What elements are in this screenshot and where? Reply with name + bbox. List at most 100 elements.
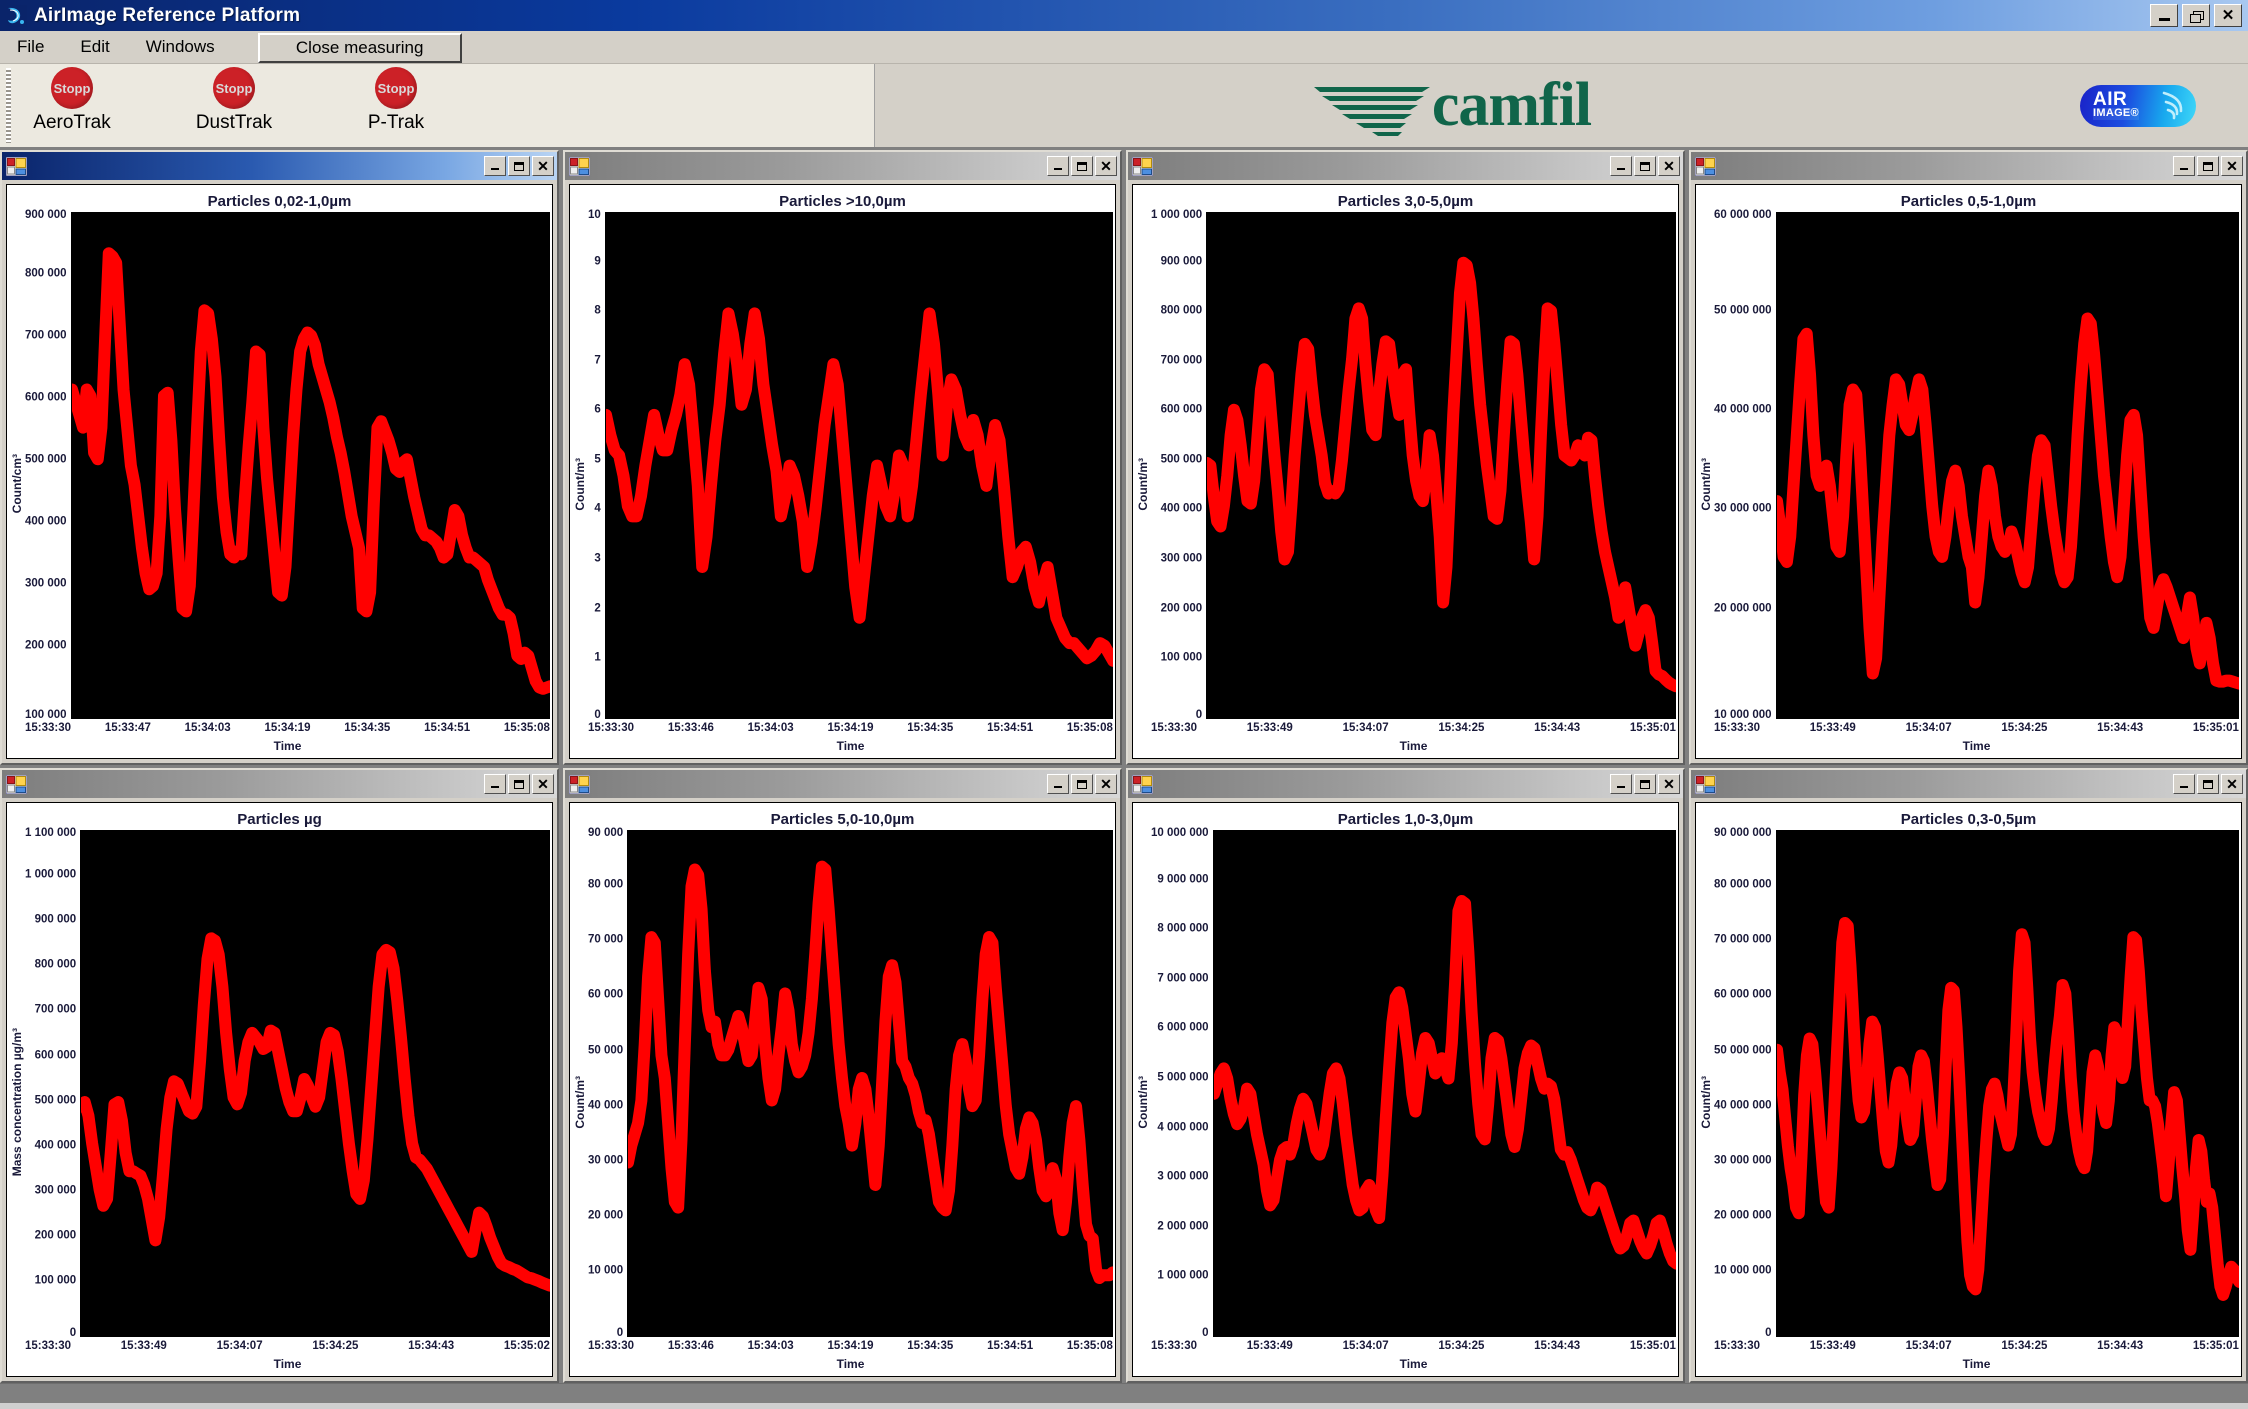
x-tick-label: 15:34:19 xyxy=(264,722,311,735)
x-tick-label: 15:34:43 xyxy=(1534,722,1581,735)
chart-minimize-button[interactable] xyxy=(2173,156,2195,176)
y-tick-label: 200 000 xyxy=(1160,601,1203,614)
y-tick-label: 600 000 xyxy=(34,1048,77,1061)
chart-window-titlebar[interactable]: ✕ xyxy=(1128,152,1683,180)
y-tick-label: 20 000 xyxy=(588,1209,624,1221)
chart-minimize-button[interactable] xyxy=(1610,156,1632,176)
chart-x-tick-labels: 15:33:30 15:33:46 15:34:03 15:34:19 15:34:35… xyxy=(588,1337,1113,1357)
toolbar-grip[interactable] xyxy=(6,68,11,143)
chart-maximize-button[interactable] xyxy=(1634,774,1656,795)
chart-title: Particles >10,0µm xyxy=(779,193,906,210)
chart-minimize-button[interactable] xyxy=(1047,156,1069,176)
chart-maximize-button[interactable] xyxy=(2197,774,2219,795)
chart-window-titlebar[interactable]: ✕ xyxy=(1691,152,2246,180)
chart-window[interactable]: ✕ Particles 3,0-5,0µm Count/m³ 1 000 000 900… xyxy=(1126,150,1685,766)
x-tick-label: 15:34:07 xyxy=(1342,722,1389,735)
y-tick-label: 0 xyxy=(616,1326,624,1339)
chart-close-button[interactable]: ✕ xyxy=(532,774,554,795)
chart-window[interactable]: ✕ Particles 0,02-1,0µm Count/cm³ 900 000 800… xyxy=(0,150,559,766)
chart-title: Particles 0,02-1,0µm xyxy=(207,193,352,210)
y-tick-label: 3 xyxy=(594,552,601,565)
chart-close-button[interactable]: ✕ xyxy=(532,156,554,176)
chart-window-titlebar[interactable]: ✕ xyxy=(565,152,1120,180)
chart-minimize-button[interactable] xyxy=(1610,774,1632,795)
camfil-wordmark: camfil xyxy=(1431,71,1592,139)
dusttrak-stop-button[interactable]: Stopp DustTrak xyxy=(184,64,284,134)
chart-window[interactable]: ✕ Particles 0,5-1,0µm Count/m³ 60 000 000 50… xyxy=(1689,150,2248,766)
x-tick-label: 15:35:01 xyxy=(1629,1340,1676,1353)
chart-y-tick-labels: 10 9 8 7 6 5 4 3 2 1 0 xyxy=(588,209,605,721)
x-tick-label: 15:34:25 xyxy=(2001,722,2048,735)
x-tick-label: 15:35:02 xyxy=(503,1340,550,1353)
menu-item-windows[interactable]: Windows xyxy=(141,34,220,60)
chart-close-button[interactable]: ✕ xyxy=(1658,774,1680,795)
chart-window-titlebar[interactable]: ✕ xyxy=(1691,770,2246,799)
y-tick-label: 100 000 xyxy=(1160,651,1203,664)
y-tick-label: 0 xyxy=(594,708,601,721)
y-tick-label: 500 000 xyxy=(1160,453,1203,466)
chart-x-tick-labels: 15:33:30 15:33:49 15:34:07 15:34:25 15:34:43… xyxy=(1151,1337,1676,1357)
chart-title: Particles 3,0-5,0µm xyxy=(1337,193,1474,210)
chart-maximize-button[interactable] xyxy=(508,156,530,176)
close-measuring-button[interactable]: Close measuring xyxy=(257,33,462,63)
chart-window-icon xyxy=(1131,774,1154,795)
chart-window-titlebar[interactable]: ✕ xyxy=(2,152,557,180)
y-tick-label: 700 000 xyxy=(1160,353,1203,366)
restore-button[interactable] xyxy=(2182,4,2210,27)
chart-window-titlebar[interactable]: ✕ xyxy=(1128,770,1683,799)
chart-window[interactable]: ✕ Particles 5,0-10,0µm Count/m³ 90 000 80 00… xyxy=(563,768,1122,1384)
chart-maximize-button[interactable] xyxy=(1071,156,1093,176)
chart-minimize-button[interactable] xyxy=(2173,774,2195,795)
chart-window-titlebar[interactable]: ✕ xyxy=(565,770,1120,799)
minimize-button[interactable] xyxy=(2150,4,2178,27)
y-tick-label: 1 000 000 xyxy=(1157,1269,1209,1282)
chart-x-tick-labels: 15:33:30 15:33:47 15:34:03 15:34:19 15:34:35… xyxy=(25,719,550,739)
chart-maximize-button[interactable] xyxy=(508,774,530,795)
y-tick-label: 9 000 000 xyxy=(1157,873,1209,886)
chart-window[interactable]: ✕ Particles µg Mass concentration µg/m³ 1 1… xyxy=(0,768,559,1384)
chart-y-axis-title: Count/m³ xyxy=(1699,457,1713,511)
x-tick-label: 15:33:46 xyxy=(667,1340,714,1353)
x-tick-label: 15:33:49 xyxy=(1809,722,1856,735)
aerotrak-stop-button[interactable]: Stopp AeroTrak xyxy=(22,64,122,134)
chart-minimize-button[interactable] xyxy=(484,156,506,176)
window-titlebar[interactable]: AirImage Reference Platform ✕ xyxy=(0,0,2248,31)
chart-y-tick-labels: 900 000 800 000 700 000 600 000 500 000 400 0… xyxy=(25,209,71,720)
x-tick-label: 15:35:08 xyxy=(1066,722,1113,735)
chart-close-button[interactable]: ✕ xyxy=(1095,774,1117,795)
chart-x-tick-labels: 15:33:30 15:33:49 15:34:07 15:34:25 15:34:43… xyxy=(1714,719,2239,739)
ptrak-stop-text: Stopp xyxy=(377,80,415,96)
chart-window[interactable]: ✕ Particles 1,0-3,0µm Count/m³ 10 000 000 9 … xyxy=(1126,768,1685,1384)
aerotrak-stop-text: Stopp xyxy=(53,80,91,96)
menu-item-edit[interactable]: Edit xyxy=(75,34,114,60)
chart-close-button[interactable]: ✕ xyxy=(1095,156,1117,176)
chart-close-button[interactable]: ✕ xyxy=(2221,156,2243,176)
chart-y-axis-title: Count/m³ xyxy=(573,1075,587,1129)
chart-plot-row: 10 000 000 9 000 000 8 000 000 7 000 000 6 0… xyxy=(1151,828,1676,1339)
y-tick-label: 70 000 000 xyxy=(1714,933,1772,946)
chart-close-button[interactable]: ✕ xyxy=(1658,156,1680,176)
chart-maximize-button[interactable] xyxy=(2197,156,2219,176)
chart-series-svg xyxy=(1776,212,2239,720)
y-tick-label: 900 000 xyxy=(1160,254,1203,267)
chart-window[interactable]: ✕ Particles 0,3-0,5µm Count/m³ 90 000 000 80… xyxy=(1689,768,2248,1384)
y-tick-label: 0 xyxy=(1202,1326,1209,1339)
chart-minimize-button[interactable] xyxy=(484,774,506,795)
ptrak-stop-button[interactable]: Stopp P-Trak xyxy=(346,64,446,134)
chart-window-controls: ✕ xyxy=(2173,156,2243,176)
chart-close-button[interactable]: ✕ xyxy=(2221,774,2243,795)
chart-minimize-button[interactable] xyxy=(1047,774,1069,795)
menu-item-file[interactable]: File xyxy=(12,34,49,60)
chart-maximize-button[interactable] xyxy=(1634,156,1656,176)
chart-window[interactable]: ✕ Particles >10,0µm Count/m³ 10 9 8 7 6 5 4 3 2 1 0 15… xyxy=(563,150,1122,766)
chart-window-titlebar[interactable]: ✕ xyxy=(2,770,557,799)
x-tick-label: 15:33:47 xyxy=(104,722,151,735)
chart-plot-wrapper: 10 9 8 7 6 5 4 3 2 1 0 15:33:30 15:33:46 15:34:03 15:3… xyxy=(588,209,1113,756)
y-tick-label: 40 000 xyxy=(588,1098,624,1111)
chart-series-svg xyxy=(1207,212,1676,720)
chart-window-body: Particles µg Mass concentration µg/m³ 1 10… xyxy=(2,798,557,1382)
y-tick-label: 70 000 xyxy=(588,933,624,946)
window-title: AirImage Reference Platform xyxy=(34,4,301,26)
chart-maximize-button[interactable] xyxy=(1071,774,1093,795)
close-button[interactable]: ✕ xyxy=(2214,4,2242,27)
